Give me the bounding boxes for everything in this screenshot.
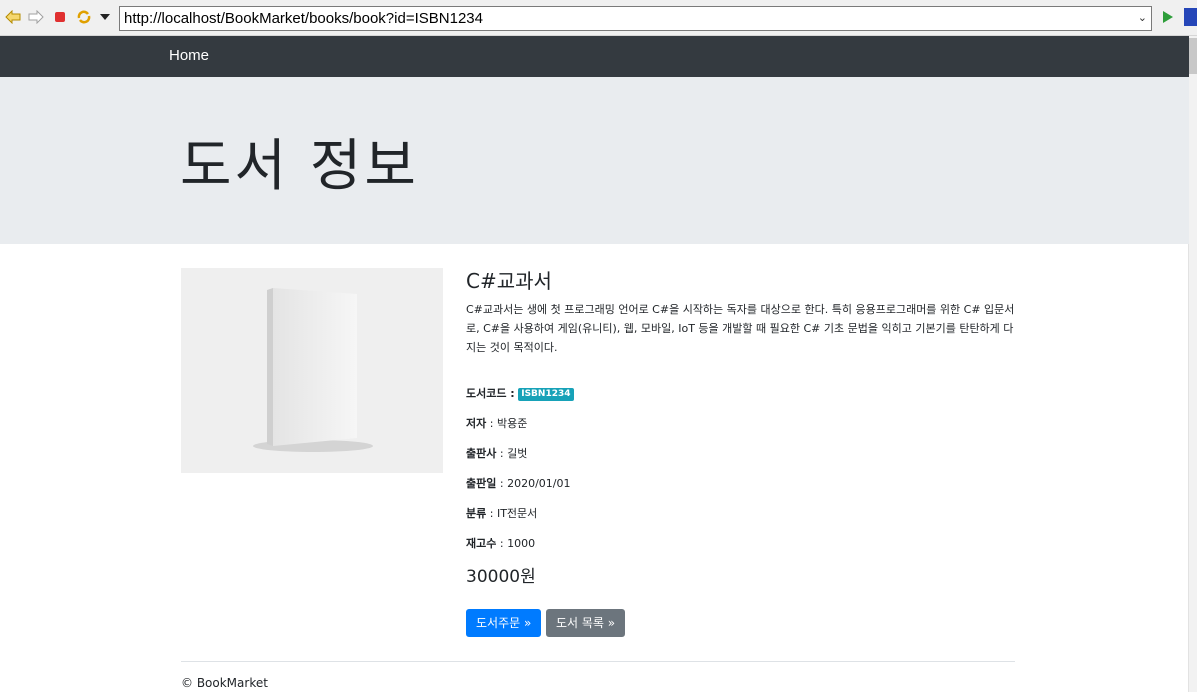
publisher-row: 출판사 : 길벗 (466, 445, 527, 461)
order-button[interactable]: 도서주문 » (466, 609, 542, 637)
category-value: : IT전문서 (486, 507, 538, 520)
page-title: 도서 정보 (180, 134, 419, 199)
scrollbar-thumb[interactable] (1189, 38, 1197, 74)
jumbotron: 도서 정보 (0, 77, 1189, 244)
book-details: C#교과서 C#교과서는 생에 첫 프로그래밍 언어로 C#을 시작하는 독자를… (466, 268, 1016, 637)
forward-icon[interactable] (27, 8, 45, 26)
book-title: C#교과서 (466, 269, 552, 293)
release-date-label: 출판일 (466, 477, 497, 490)
author-label: 저자 (466, 417, 487, 430)
book-description: C#교과서는 생에 첫 프로그래밍 언어로 C#을 시작하는 독자를 대상으로 … (466, 303, 1015, 354)
url-text: http://localhost/BookMarket/books/book?i… (124, 10, 483, 27)
footer-text: © BookMarket (181, 676, 268, 690)
publisher-value: : 길벗 (496, 447, 528, 460)
author-value: : 박용준 (486, 417, 528, 430)
dropdown-arrow-icon[interactable] (96, 8, 114, 26)
extension-icon[interactable] (1184, 8, 1197, 26)
browser-toolbar: http://localhost/BookMarket/books/book?i… (0, 0, 1197, 36)
stock-label: 재고수 (466, 537, 497, 550)
go-icon[interactable] (1159, 8, 1177, 26)
author-row: 저자 : 박용준 (466, 415, 527, 431)
book-list-button[interactable]: 도서 목록 » (546, 609, 626, 637)
release-date-row: 출판일 : 2020/01/01 (466, 475, 570, 491)
scrollbar-track[interactable] (1188, 36, 1197, 692)
stock-value: : 1000 (496, 537, 536, 550)
book-code-label: 도서코드 : (466, 387, 515, 400)
footer-divider (181, 661, 1015, 662)
chevron-down-icon[interactable]: ⌄ (1138, 7, 1147, 30)
release-date-value: : 2020/01/01 (496, 477, 571, 490)
book-image (181, 268, 443, 473)
refresh-icon[interactable] (75, 8, 93, 26)
book-price: 30000원 (466, 567, 536, 587)
book-code-badge: ISBN1234 (518, 388, 574, 401)
publisher-label: 출판사 (466, 447, 497, 460)
address-bar[interactable]: http://localhost/BookMarket/books/book?i… (119, 6, 1152, 31)
navbar: Home (0, 36, 1189, 77)
category-row: 분류 : IT전문서 (466, 505, 537, 521)
stop-icon[interactable] (51, 8, 69, 26)
category-label: 분류 (466, 507, 487, 520)
back-icon[interactable] (4, 8, 22, 26)
stock-row: 재고수 : 1000 (466, 535, 535, 551)
book-code-row: 도서코드 : ISBN1234 (466, 385, 574, 401)
nav-home-link[interactable]: Home (169, 47, 209, 64)
